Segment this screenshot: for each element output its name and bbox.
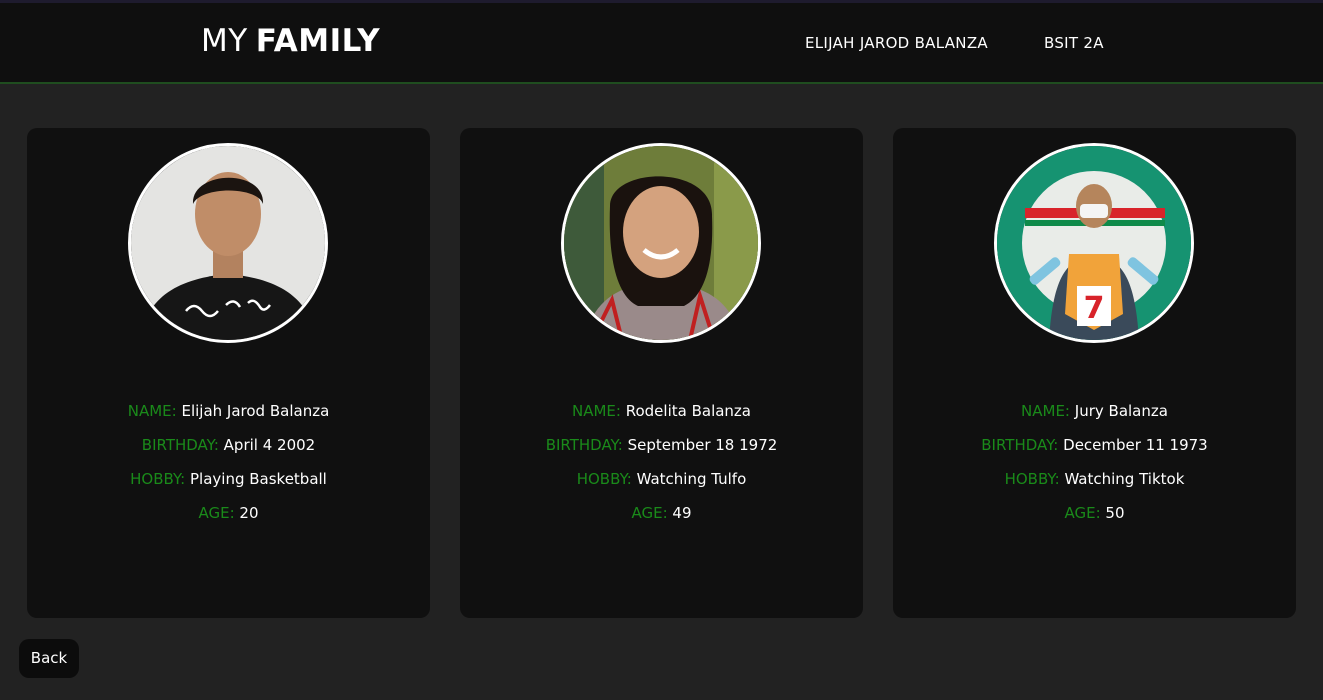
value-age: 49 <box>672 504 692 522</box>
info-row-age: AGE: 20 <box>27 500 430 534</box>
svg-text:7: 7 <box>1084 291 1105 326</box>
info-row-name: NAME: Elijah Jarod Balanza <box>27 398 430 432</box>
value-birthday: September 18 1972 <box>627 436 778 454</box>
label-hobby: HOBBY: <box>576 470 632 488</box>
nav-link-section[interactable]: BSIT 2A <box>1044 34 1104 52</box>
member-card-elijah: NAME: Elijah Jarod Balanza BIRTHDAY: Apr… <box>27 128 430 618</box>
label-age: AGE: <box>631 504 668 522</box>
member-info: NAME: Jury Balanza BIRTHDAY: December 11… <box>893 398 1296 534</box>
member-info: NAME: Rodelita Balanza BIRTHDAY: Septemb… <box>460 398 863 534</box>
label-birthday: BIRTHDAY: <box>981 436 1059 454</box>
value-hobby: Watching Tulfo <box>636 470 747 488</box>
avatar <box>561 143 761 343</box>
info-row-name: NAME: Jury Balanza <box>893 398 1296 432</box>
value-name: Rodelita Balanza <box>625 402 752 420</box>
label-hobby: HOBBY: <box>130 470 186 488</box>
value-birthday: April 4 2002 <box>223 436 316 454</box>
info-row-hobby: HOBBY: Watching Tiktok <box>893 466 1296 500</box>
info-row-birthday: BIRTHDAY: April 4 2002 <box>27 432 430 466</box>
value-age: 50 <box>1105 504 1125 522</box>
member-info: NAME: Elijah Jarod Balanza BIRTHDAY: Apr… <box>27 398 430 534</box>
value-birthday: December 11 1973 <box>1063 436 1208 454</box>
logo-thin-text: MY <box>201 23 248 59</box>
label-name: NAME: <box>127 402 177 420</box>
info-row-hobby: HOBBY: Watching Tulfo <box>460 466 863 500</box>
info-row-age: AGE: 49 <box>460 500 863 534</box>
value-hobby: Playing Basketball <box>190 470 327 488</box>
label-birthday: BIRTHDAY: <box>545 436 623 454</box>
info-row-name: NAME: Rodelita Balanza <box>460 398 863 432</box>
logo-bold-text: FAMILY <box>255 23 381 59</box>
avatar: 7 <box>994 143 1194 343</box>
label-name: NAME: <box>571 402 621 420</box>
info-row-birthday: BIRTHDAY: December 11 1973 <box>893 432 1296 466</box>
site-header: MY FAMILY ELIJAH JAROD BALANZA BSIT 2A <box>0 3 1323 84</box>
value-name: Elijah Jarod Balanza <box>181 402 330 420</box>
label-hobby: HOBBY: <box>1004 470 1060 488</box>
info-row-age: AGE: 50 <box>893 500 1296 534</box>
info-row-hobby: HOBBY: Playing Basketball <box>27 466 430 500</box>
value-name: Jury Balanza <box>1074 402 1168 420</box>
label-birthday: BIRTHDAY: <box>141 436 219 454</box>
avatar <box>128 143 328 343</box>
value-age: 20 <box>239 504 259 522</box>
info-row-birthday: BIRTHDAY: September 18 1972 <box>460 432 863 466</box>
label-name: NAME: <box>1021 402 1070 420</box>
member-card-jury: 7 NAME: Jury Balanza BIRTHDAY: December … <box>893 128 1296 618</box>
value-hobby: Watching Tiktok <box>1064 470 1185 488</box>
member-card-rodelita: NAME: Rodelita Balanza BIRTHDAY: Septemb… <box>460 128 863 618</box>
site-logo[interactable]: MY FAMILY <box>201 23 380 59</box>
back-button[interactable]: Back <box>19 639 79 678</box>
label-age: AGE: <box>198 504 235 522</box>
nav-link-name[interactable]: ELIJAH JAROD BALANZA <box>805 34 988 52</box>
label-age: AGE: <box>1064 504 1101 522</box>
